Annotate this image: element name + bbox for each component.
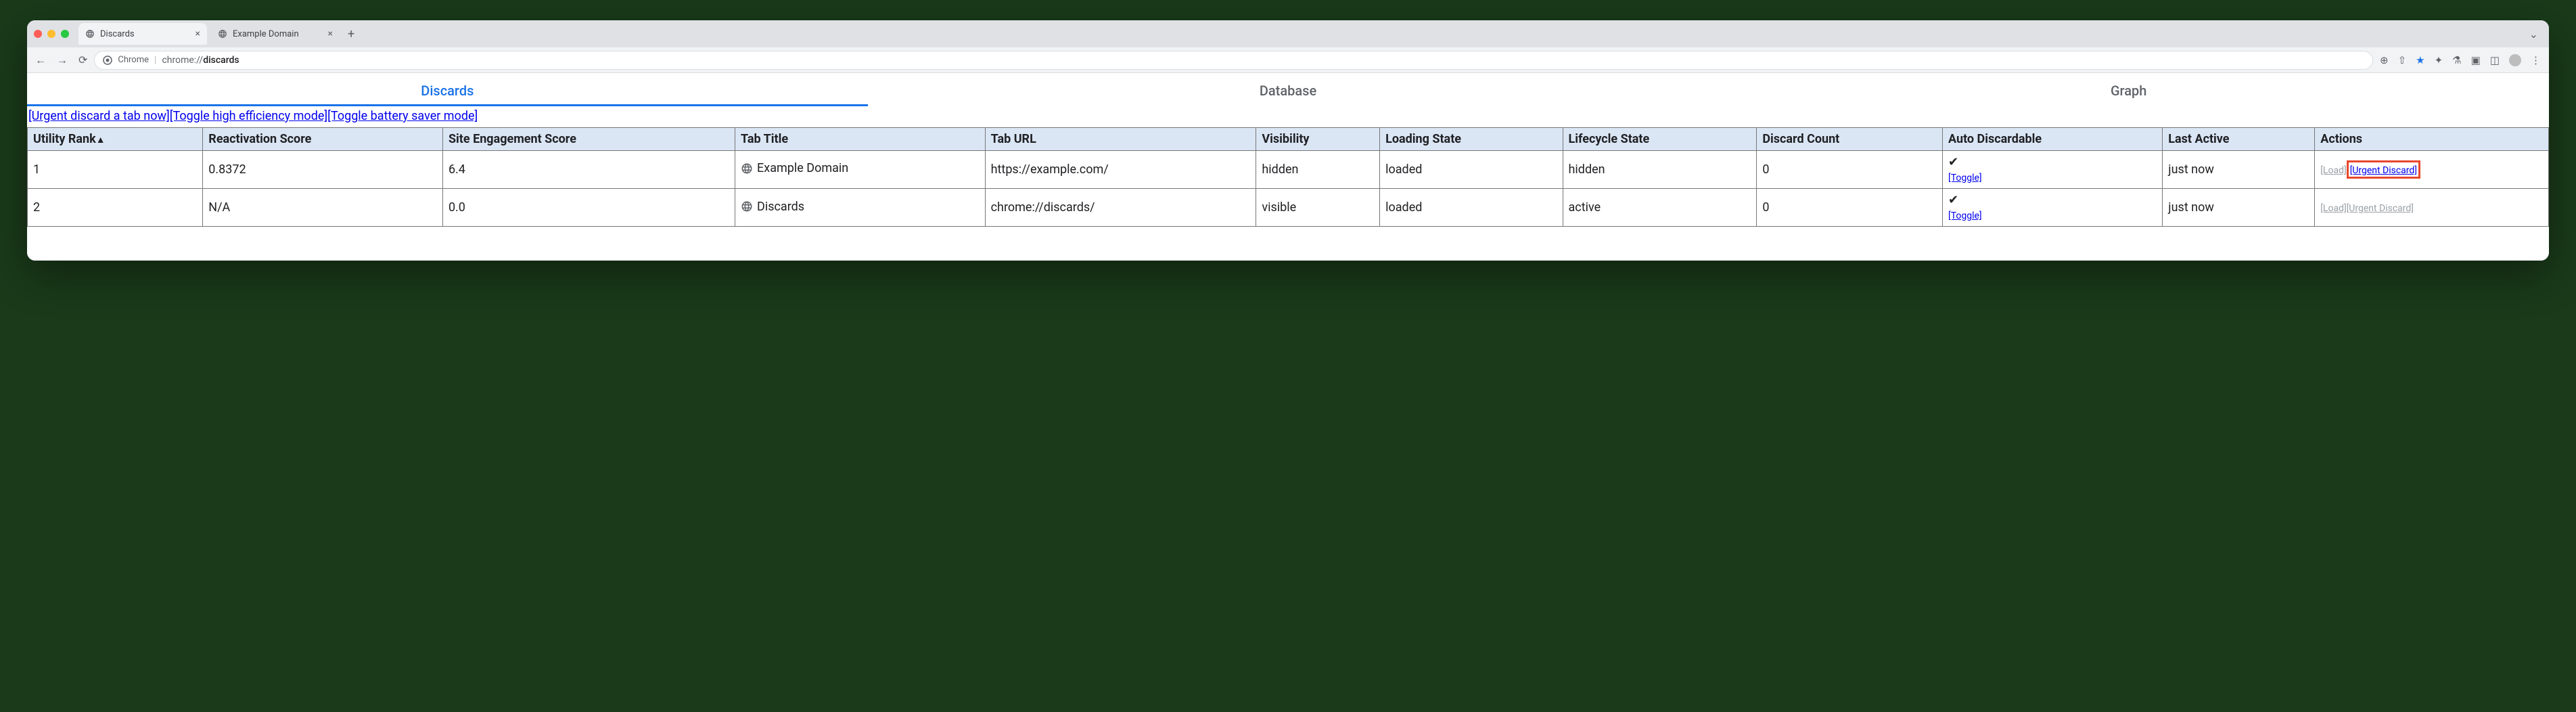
col-visibility[interactable]: Visibility	[1256, 128, 1380, 151]
col-auto-discardable[interactable]: Auto Discardable	[1942, 128, 2162, 151]
window-minimize-button[interactable]	[47, 30, 55, 38]
table-row: 2N/A0.0 Discards chrome://discards/visible…	[28, 189, 2549, 227]
highlight-annotation: [Urgent Discard]	[2347, 160, 2420, 179]
action-load: [Load]	[2320, 203, 2346, 214]
cell-actions: [Load] [Urgent Discard]	[2315, 151, 2549, 189]
scheme-label: Chrome	[118, 55, 149, 65]
back-button[interactable]: ←	[35, 53, 46, 67]
col-utility-rank[interactable]: Utility Rank▲	[28, 128, 203, 151]
globe-icon	[741, 162, 753, 175]
col-lifecycle-state[interactable]: Lifecycle State	[1563, 128, 1757, 151]
top-action-links: [Urgent discard a tab now][Toggle high e…	[27, 106, 2549, 127]
zoom-icon[interactable]: ⊕	[2380, 54, 2389, 66]
reload-button[interactable]: ⟳	[78, 53, 87, 67]
cell-engagement: 0.0	[442, 189, 735, 227]
page-tab-database[interactable]: Database	[868, 73, 1709, 106]
cell-title-text: Discards	[757, 200, 804, 214]
toolbar-actions: ⊕ ⇧ ★ ✦ ⚗ ▣ ◫ ⋮	[2380, 54, 2541, 66]
page-content: Discards Database Graph [Urgent discard …	[27, 73, 2549, 261]
col-actions[interactable]: Actions	[2315, 128, 2549, 151]
col-discard-count[interactable]: Discard Count	[1757, 128, 1943, 151]
cell-reactivation: 0.8372	[203, 151, 443, 189]
labs-icon[interactable]: ⚗	[2452, 54, 2461, 66]
chevron-down-icon[interactable]: ⌄	[2529, 28, 2538, 41]
cell-url: chrome://discards/	[985, 189, 1256, 227]
globe-icon	[741, 200, 753, 213]
cell-visibility: hidden	[1256, 151, 1380, 189]
auto-discardable-toggle[interactable]: [Toggle]	[1948, 173, 1982, 183]
toolbar: ← → ⟳ Chrome | chrome://discards ⊕ ⇧ ★ ✦…	[27, 47, 2549, 73]
cast-icon[interactable]: ▣	[2471, 54, 2481, 66]
table-header-row: Utility Rank▲ Reactivation Score Site En…	[28, 128, 2549, 151]
col-reactivation-score[interactable]: Reactivation Score	[203, 128, 443, 151]
traffic-lights	[34, 30, 69, 38]
close-icon[interactable]: ×	[196, 28, 200, 39]
cell-actions: [Load][Urgent Discard]	[2315, 189, 2549, 227]
url-text: chrome://discards	[162, 55, 239, 66]
check-icon: ✔	[1948, 193, 2157, 208]
cell-reactivation: N/A	[203, 189, 443, 227]
tab-title: Example Domain	[233, 29, 323, 39]
window-close-button[interactable]	[34, 30, 42, 38]
cell-lifecycle: hidden	[1563, 151, 1757, 189]
share-icon[interactable]: ⇧	[2398, 54, 2407, 66]
omnibox[interactable]: Chrome | chrome://discards	[94, 51, 2373, 70]
sort-asc-icon: ▲	[96, 135, 106, 146]
globe-icon	[218, 29, 227, 39]
page-tab-graph[interactable]: Graph	[1708, 73, 2549, 106]
action-load: [Load]	[2320, 165, 2346, 176]
toggle-high-efficiency-link[interactable]: [Toggle high efficiency mode]	[170, 109, 327, 123]
window-zoom-button[interactable]	[61, 30, 69, 38]
discards-table: Utility Rank▲ Reactivation Score Site En…	[27, 127, 2549, 227]
close-icon[interactable]: ×	[328, 28, 333, 39]
cell-rank: 1	[28, 151, 203, 189]
cell-engagement: 6.4	[442, 151, 735, 189]
profile-avatar[interactable]	[2509, 54, 2521, 66]
auto-discardable-toggle[interactable]: [Toggle]	[1948, 210, 1982, 221]
chrome-icon	[103, 55, 112, 65]
table-row: 10.83726.4 Example Domain https://example.…	[28, 151, 2549, 189]
cell-rank: 2	[28, 189, 203, 227]
tab-title: Discards	[100, 29, 190, 39]
cell-lifecycle: active	[1563, 189, 1757, 227]
page-tabs: Discards Database Graph	[27, 73, 2549, 106]
cell-title-text: Example Domain	[757, 161, 848, 175]
extensions-icon[interactable]: ✦	[2435, 54, 2443, 66]
cell-loading: loaded	[1380, 151, 1563, 189]
col-loading-state[interactable]: Loading State	[1380, 128, 1563, 151]
sidepanel-icon[interactable]: ◫	[2490, 54, 2500, 66]
cell-title: Discards	[735, 189, 986, 227]
col-tab-title[interactable]: Tab Title	[735, 128, 986, 151]
menu-icon[interactable]: ⋮	[2531, 54, 2541, 66]
col-site-engagement[interactable]: Site Engagement Score	[442, 128, 735, 151]
check-icon: ✔	[1948, 155, 2157, 170]
action-urgent-discard: [Urgent Discard]	[2347, 203, 2414, 214]
nav-buttons: ← → ⟳	[35, 53, 87, 67]
col-last-active[interactable]: Last Active	[2163, 128, 2315, 151]
urgent-discard-now-link[interactable]: [Urgent discard a tab now]	[28, 109, 170, 123]
action-urgent-discard[interactable]: [Urgent Discard]	[2350, 165, 2417, 176]
page-tab-discards[interactable]: Discards	[27, 73, 868, 106]
cell-auto-discardable: ✔ [Toggle]	[1942, 151, 2162, 189]
cell-url: https://example.com/	[985, 151, 1256, 189]
toggle-battery-saver-link[interactable]: [Toggle battery saver mode]	[327, 109, 478, 123]
browser-window: Discards × Example Domain × + ⌄ ← → ⟳ Ch…	[27, 20, 2549, 261]
browser-tab-discards[interactable]: Discards ×	[78, 23, 207, 45]
cell-discard-count: 0	[1757, 151, 1943, 189]
cell-loading: loaded	[1380, 189, 1563, 227]
cell-discard-count: 0	[1757, 189, 1943, 227]
cell-title: Example Domain	[735, 151, 986, 189]
cell-last-active: just now	[2163, 189, 2315, 227]
col-tab-url[interactable]: Tab URL	[985, 128, 1256, 151]
browser-tab-example[interactable]: Example Domain ×	[211, 23, 340, 45]
forward-button[interactable]: →	[57, 53, 68, 67]
globe-icon	[85, 29, 95, 39]
bookmark-star-icon[interactable]: ★	[2416, 54, 2424, 66]
tab-strip: Discards × Example Domain × + ⌄	[27, 20, 2549, 47]
cell-auto-discardable: ✔ [Toggle]	[1942, 189, 2162, 227]
cell-last-active: just now	[2163, 151, 2315, 189]
separator: |	[154, 55, 156, 66]
cell-visibility: visible	[1256, 189, 1380, 227]
new-tab-button[interactable]: +	[348, 27, 354, 41]
